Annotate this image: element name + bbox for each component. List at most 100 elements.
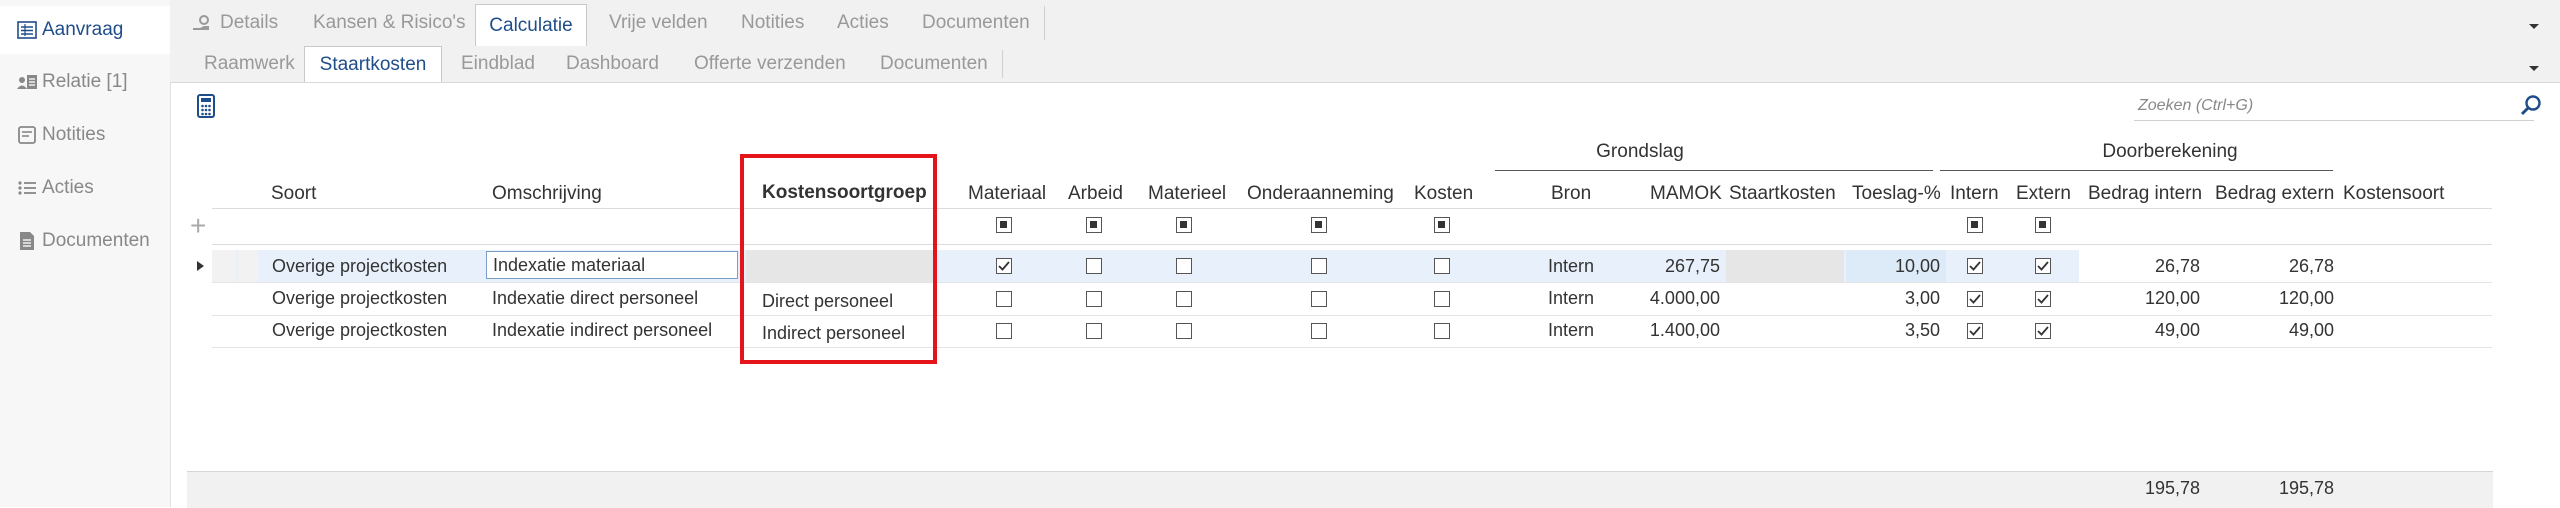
cell-mamok: 1.400,00	[1649, 319, 1720, 340]
search-icon[interactable]	[2520, 94, 2542, 121]
filter-checkbox-materiaal[interactable]	[996, 217, 1012, 233]
primary-tab-bar: Details Kansen & Risico's Calculatie Vri…	[170, 0, 2560, 47]
col-header-intern[interactable]: Intern	[1950, 183, 1999, 205]
tab-kansen-risicos[interactable]: Kansen & Risico's	[313, 0, 466, 46]
tab-vrije-velden[interactable]: Vrije velden	[609, 0, 708, 46]
filter-checkbox-onderaanneming[interactable]	[1311, 217, 1327, 233]
row-pointer-icon	[196, 259, 206, 277]
tab-dashboard[interactable]: Dashboard	[566, 46, 659, 82]
cell-toeslag[interactable]: 3,00	[1846, 283, 1940, 313]
filter-checkbox-extern[interactable]	[2035, 217, 2051, 233]
col-header-arbeid[interactable]: Arbeid	[1068, 183, 1123, 205]
col-header-soort[interactable]: Soort	[271, 183, 316, 205]
tab-offerte-verzenden[interactable]: Offerte verzenden	[694, 46, 846, 82]
search-placeholder: Zoeken (Ctrl+G)	[2138, 96, 2254, 114]
tab-raamwerk[interactable]: Raamwerk	[204, 46, 295, 82]
sidebar-item-label: Documenten	[42, 230, 150, 251]
cell-mamok: 4.000,00	[1649, 287, 1720, 308]
col-header-mamok[interactable]: MAMOK	[1650, 183, 1722, 205]
checkbox-arbeid[interactable]	[1086, 291, 1102, 307]
filter-separator	[212, 244, 2492, 245]
sidebar-item-label: Notities	[42, 124, 106, 145]
sidebar-item-relatie[interactable]: Relatie [1]	[0, 58, 170, 106]
col-header-materiaal[interactable]: Materiaal	[968, 183, 1046, 205]
col-header-staartkosten[interactable]: Staartkosten	[1729, 183, 1836, 205]
cell-soort[interactable]: Overige projectkosten	[272, 283, 447, 313]
cell-soort[interactable]: Overige projectkosten	[272, 315, 447, 345]
cell-bedrag-extern: 49,00	[2288, 319, 2334, 340]
add-row-button[interactable]: +	[190, 210, 206, 242]
list-icon	[16, 177, 38, 199]
search-input[interactable]: Zoeken (Ctrl+G)	[2134, 91, 2534, 121]
checkbox-materiaal[interactable]	[996, 323, 1012, 339]
tab-acties[interactable]: Acties	[837, 0, 889, 46]
checkbox-onderaanneming[interactable]	[1311, 323, 1327, 339]
checkbox-intern[interactable]	[1967, 291, 1983, 307]
checkbox-materiaal[interactable]	[996, 258, 1012, 274]
chevron-down-icon[interactable]	[2528, 60, 2540, 76]
sidebar-item-label: Relatie [1]	[42, 71, 128, 92]
tab-details[interactable]: Details	[192, 0, 278, 46]
col-header-onderaanneming[interactable]: Onderaanneming	[1247, 183, 1394, 205]
form-icon	[16, 19, 38, 41]
cell-bron[interactable]: Intern	[1548, 251, 1594, 281]
sidebar-item-documenten[interactable]: Documenten	[0, 217, 170, 265]
filter-checkbox-intern[interactable]	[1967, 217, 1983, 233]
document-icon	[16, 230, 38, 252]
cell-kostensoortgroep[interactable]: Indirect personeel	[762, 318, 905, 348]
cell-omschrijving-editor[interactable]: Indexatie materiaal	[486, 251, 738, 279]
calculator-icon[interactable]	[196, 94, 216, 123]
sidebar-item-aanvraag[interactable]: Aanvraag	[0, 6, 170, 54]
checkbox-extern[interactable]	[2035, 291, 2051, 307]
checkbox-onderaanneming[interactable]	[1311, 291, 1327, 307]
col-header-kosten[interactable]: Kosten	[1414, 183, 1473, 205]
col-header-kostensoort[interactable]: Kostensoort	[2343, 183, 2444, 205]
cell-omschrijving[interactable]: Indexatie indirect personeel	[492, 315, 712, 345]
row-indicator-cell	[212, 250, 236, 282]
tab-calculatie[interactable]: Calculatie	[475, 4, 587, 46]
sidebar-item-notities[interactable]: Notities	[0, 111, 170, 159]
tab-staartkosten[interactable]: Staartkosten	[304, 46, 442, 82]
filter-checkbox-materieel[interactable]	[1176, 217, 1192, 233]
col-header-omschrijving[interactable]: Omschrijving	[492, 183, 602, 205]
secondary-tab-bar: Raamwerk Staartkosten Eindblad Dashboard…	[170, 46, 2560, 83]
cell-omschrijving[interactable]: Indexatie direct personeel	[492, 283, 698, 313]
col-header-toeslag[interactable]: Toeslag-%	[1852, 183, 1941, 205]
filter-checkbox-arbeid[interactable]	[1086, 217, 1102, 233]
checkbox-kosten[interactable]	[1434, 258, 1450, 274]
checkbox-materieel[interactable]	[1176, 323, 1192, 339]
tab-documenten-sub[interactable]: Documenten	[880, 46, 988, 82]
tab-eindblad[interactable]: Eindblad	[461, 46, 535, 82]
checkbox-onderaanneming[interactable]	[1311, 258, 1327, 274]
col-header-kostensoortgroep[interactable]: Kostensoortgroep	[762, 182, 927, 204]
filter-checkbox-kosten[interactable]	[1434, 217, 1450, 233]
checkbox-kosten[interactable]	[1434, 323, 1450, 339]
cell-soort[interactable]: Overige projectkosten	[272, 251, 447, 281]
checkbox-kosten[interactable]	[1434, 291, 1450, 307]
cell-bron[interactable]: Intern	[1548, 283, 1594, 313]
checkbox-intern[interactable]	[1967, 258, 1983, 274]
tab-notities[interactable]: Notities	[741, 0, 804, 46]
col-header-bron[interactable]: Bron	[1551, 183, 1591, 205]
checkbox-materieel[interactable]	[1176, 258, 1192, 274]
tab-documenten[interactable]: Documenten	[922, 0, 1030, 46]
checkbox-materiaal[interactable]	[996, 291, 1012, 307]
checkbox-arbeid[interactable]	[1086, 323, 1102, 339]
col-header-materieel[interactable]: Materieel	[1148, 183, 1226, 205]
checkbox-materieel[interactable]	[1176, 291, 1192, 307]
cell-bedrag-intern: 49,00	[2154, 319, 2200, 340]
col-header-bedrag-intern[interactable]: Bedrag intern	[2088, 183, 2202, 205]
checkbox-arbeid[interactable]	[1086, 258, 1102, 274]
checkbox-extern[interactable]	[2035, 258, 2051, 274]
checkbox-extern[interactable]	[2035, 323, 2051, 339]
cell-bron[interactable]: Intern	[1548, 315, 1594, 345]
cell-kostensoortgroep[interactable]: Direct personeel	[762, 286, 893, 316]
chevron-down-icon[interactable]	[2528, 18, 2540, 34]
cell-staartkosten	[1726, 251, 1842, 281]
checkbox-intern[interactable]	[1967, 323, 1983, 339]
cell-toeslag[interactable]: 10,00	[1846, 251, 1940, 281]
col-header-bedrag-extern[interactable]: Bedrag extern	[2215, 183, 2334, 205]
cell-toeslag[interactable]: 3,50	[1846, 315, 1940, 345]
sidebar-item-acties[interactable]: Acties	[0, 164, 170, 212]
col-header-extern[interactable]: Extern	[2016, 183, 2071, 205]
